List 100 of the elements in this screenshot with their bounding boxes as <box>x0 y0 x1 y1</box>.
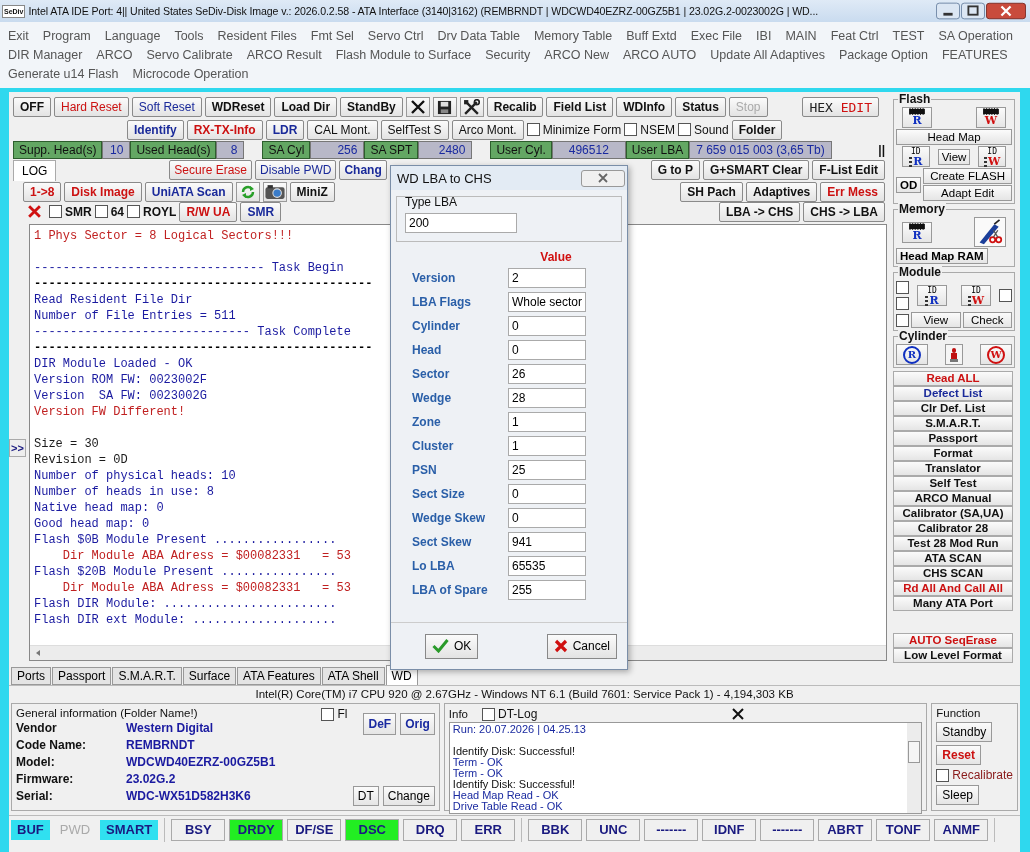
value-field[interactable]: 941 <box>508 532 586 552</box>
checkbox[interactable] <box>94 205 108 218</box>
panel-button[interactable]: Create FLASH <box>923 168 1012 184</box>
minimize-icon[interactable] <box>936 2 960 20</box>
panel-button[interactable]: View <box>937 148 971 165</box>
toolbar-button[interactable]: WDInfo <box>616 97 673 117</box>
menu-item[interactable]: Servo Calibrate <box>146 47 233 62</box>
panel-button[interactable]: Change <box>382 786 435 806</box>
menu-item[interactable]: Drv Data Table <box>437 28 520 43</box>
menu-item[interactable]: FEATURES <box>941 47 1008 62</box>
checkbox[interactable] <box>896 281 909 294</box>
value-field[interactable]: 0 <box>508 340 586 360</box>
value-field[interactable]: 2 <box>508 268 586 288</box>
menu-item[interactable]: Generate u14 Flash <box>8 66 119 81</box>
scroll-left-icon[interactable] <box>34 649 42 657</box>
menu-item[interactable]: Feat Ctrl <box>830 28 879 43</box>
checkbox[interactable] <box>321 707 335 721</box>
panel-button[interactable]: Defect List <box>893 386 1013 401</box>
menu-item[interactable]: Microcode Operation <box>132 66 249 81</box>
cylinder-button[interactable]: W <box>980 344 1012 365</box>
panel-button[interactable]: DeF <box>363 713 397 735</box>
value-field[interactable]: 0 <box>508 508 586 528</box>
menu-item[interactable]: ARCO AUTO <box>622 47 697 62</box>
close-button[interactable] <box>405 97 430 117</box>
toolbar-button[interactable]: MiniZ <box>289 181 335 202</box>
camera-button[interactable] <box>262 181 287 202</box>
expand-button[interactable]: >> <box>9 438 26 457</box>
save-button[interactable] <box>432 97 457 117</box>
checkbox[interactable] <box>936 768 950 782</box>
toolbar-button[interactable]: Hard Reset <box>54 97 129 117</box>
menu-item[interactable]: Resident Files <box>217 28 297 43</box>
toolbar-button[interactable]: RX-TX-Info <box>186 119 263 140</box>
menu-item[interactable]: Exec File <box>690 28 743 43</box>
toolbar-button[interactable]: Disable PWD <box>255 160 337 180</box>
panel-button[interactable]: AUTO SeqErase <box>893 633 1013 648</box>
value-field[interactable]: 28 <box>508 388 586 408</box>
value-field[interactable]: 1 <box>508 436 586 456</box>
menu-item[interactable]: Tools <box>174 28 204 43</box>
toolbar-button[interactable]: LBA -> CHS <box>719 201 801 222</box>
menu-item[interactable]: Memory Table <box>533 28 613 43</box>
menu-item[interactable]: ARCO Result <box>246 47 322 62</box>
toolbar-button[interactable]: CAL Mont. <box>307 119 378 140</box>
menu-item[interactable]: Language <box>104 28 161 43</box>
toolbar-button[interactable]: OFF <box>13 97 51 117</box>
toolbar-button[interactable]: UniATA Scan <box>144 181 233 202</box>
toolbar-button[interactable]: Err Mess <box>820 181 885 202</box>
panel-button[interactable]: Many ATA Port <box>893 596 1013 611</box>
checkbox[interactable] <box>624 123 638 136</box>
chip-button[interactable]: W <box>976 107 1006 128</box>
panel-button[interactable]: Calibrator (SA,UA) <box>893 506 1013 521</box>
value-field[interactable]: 1 <box>508 412 586 432</box>
vertical-scrollbar[interactable] <box>907 723 922 813</box>
tab[interactable]: Surface <box>182 667 237 685</box>
toolbar-button[interactable]: G to P <box>650 160 700 180</box>
toolbar-button[interactable]: WDReset <box>204 97 272 117</box>
lamp-button[interactable] <box>945 344 963 365</box>
tab[interactable]: Ports <box>11 667 51 685</box>
menu-item[interactable]: MAIN <box>785 28 817 43</box>
toolbar-button[interactable]: Soft Reset <box>131 97 202 117</box>
menu-item[interactable]: ARCO <box>96 47 133 62</box>
toolbar-button[interactable]: R/W UA <box>179 201 238 222</box>
menu-item[interactable]: TEST <box>892 28 925 43</box>
panel-button[interactable]: Test 28 Mod Run <box>893 536 1013 551</box>
checkbox[interactable] <box>526 123 540 136</box>
menu-item[interactable]: Program <box>42 28 91 43</box>
menu-item[interactable]: Servo Ctrl <box>367 28 424 43</box>
toolbar-button[interactable]: G+SMART Clear <box>702 160 810 180</box>
clear-icon[interactable] <box>731 707 746 721</box>
delete-icon[interactable] <box>27 204 42 219</box>
panel-button[interactable]: Calibrator 28 <box>893 521 1013 536</box>
close-icon[interactable] <box>986 2 1026 20</box>
panel-button[interactable]: Reset <box>936 745 981 765</box>
panel-button[interactable]: ARCO Manual <box>893 491 1013 506</box>
toolbar-button[interactable]: LDR <box>265 119 305 140</box>
panel-button[interactable]: Rd All And Call All <box>893 581 1013 596</box>
menu-item[interactable]: Exit <box>8 28 29 43</box>
toolbar-button[interactable]: SelfTest S <box>380 119 449 140</box>
menu-item[interactable]: Package Option <box>839 47 928 62</box>
toolbar-button[interactable]: Secure Erase <box>169 160 253 180</box>
panel-button[interactable]: Clr Def. List <box>893 401 1013 416</box>
tools-button[interactable] <box>459 97 484 117</box>
toolbar-button[interactable]: Recalib <box>486 97 544 117</box>
panel-button[interactable]: Read ALL <box>893 371 1013 386</box>
panel-button[interactable]: Check <box>962 312 1012 328</box>
panel-button[interactable]: Adapt Edit <box>923 185 1012 201</box>
panel-button[interactable]: Low Level Format <box>893 648 1013 663</box>
lba-input[interactable]: 200 <box>405 213 517 233</box>
checkbox[interactable] <box>896 313 909 327</box>
toolbar-button[interactable]: Load Dir <box>274 97 338 117</box>
panel-button[interactable]: S.M.A.R.T. <box>893 416 1013 431</box>
value-field[interactable]: 26 <box>508 364 586 384</box>
panel-button[interactable]: Orig <box>400 713 435 735</box>
toolbar-button[interactable]: Folder <box>731 119 783 140</box>
splitter-handle[interactable]: || <box>878 142 885 157</box>
value-field[interactable]: 65535 <box>508 556 586 576</box>
menu-item[interactable]: ARCO New <box>544 47 609 62</box>
value-field[interactable]: 255 <box>508 580 586 600</box>
toolbar-button[interactable]: SMR <box>240 201 282 222</box>
toolbar-button[interactable]: Identify <box>127 119 184 140</box>
checkbox[interactable] <box>482 707 495 721</box>
